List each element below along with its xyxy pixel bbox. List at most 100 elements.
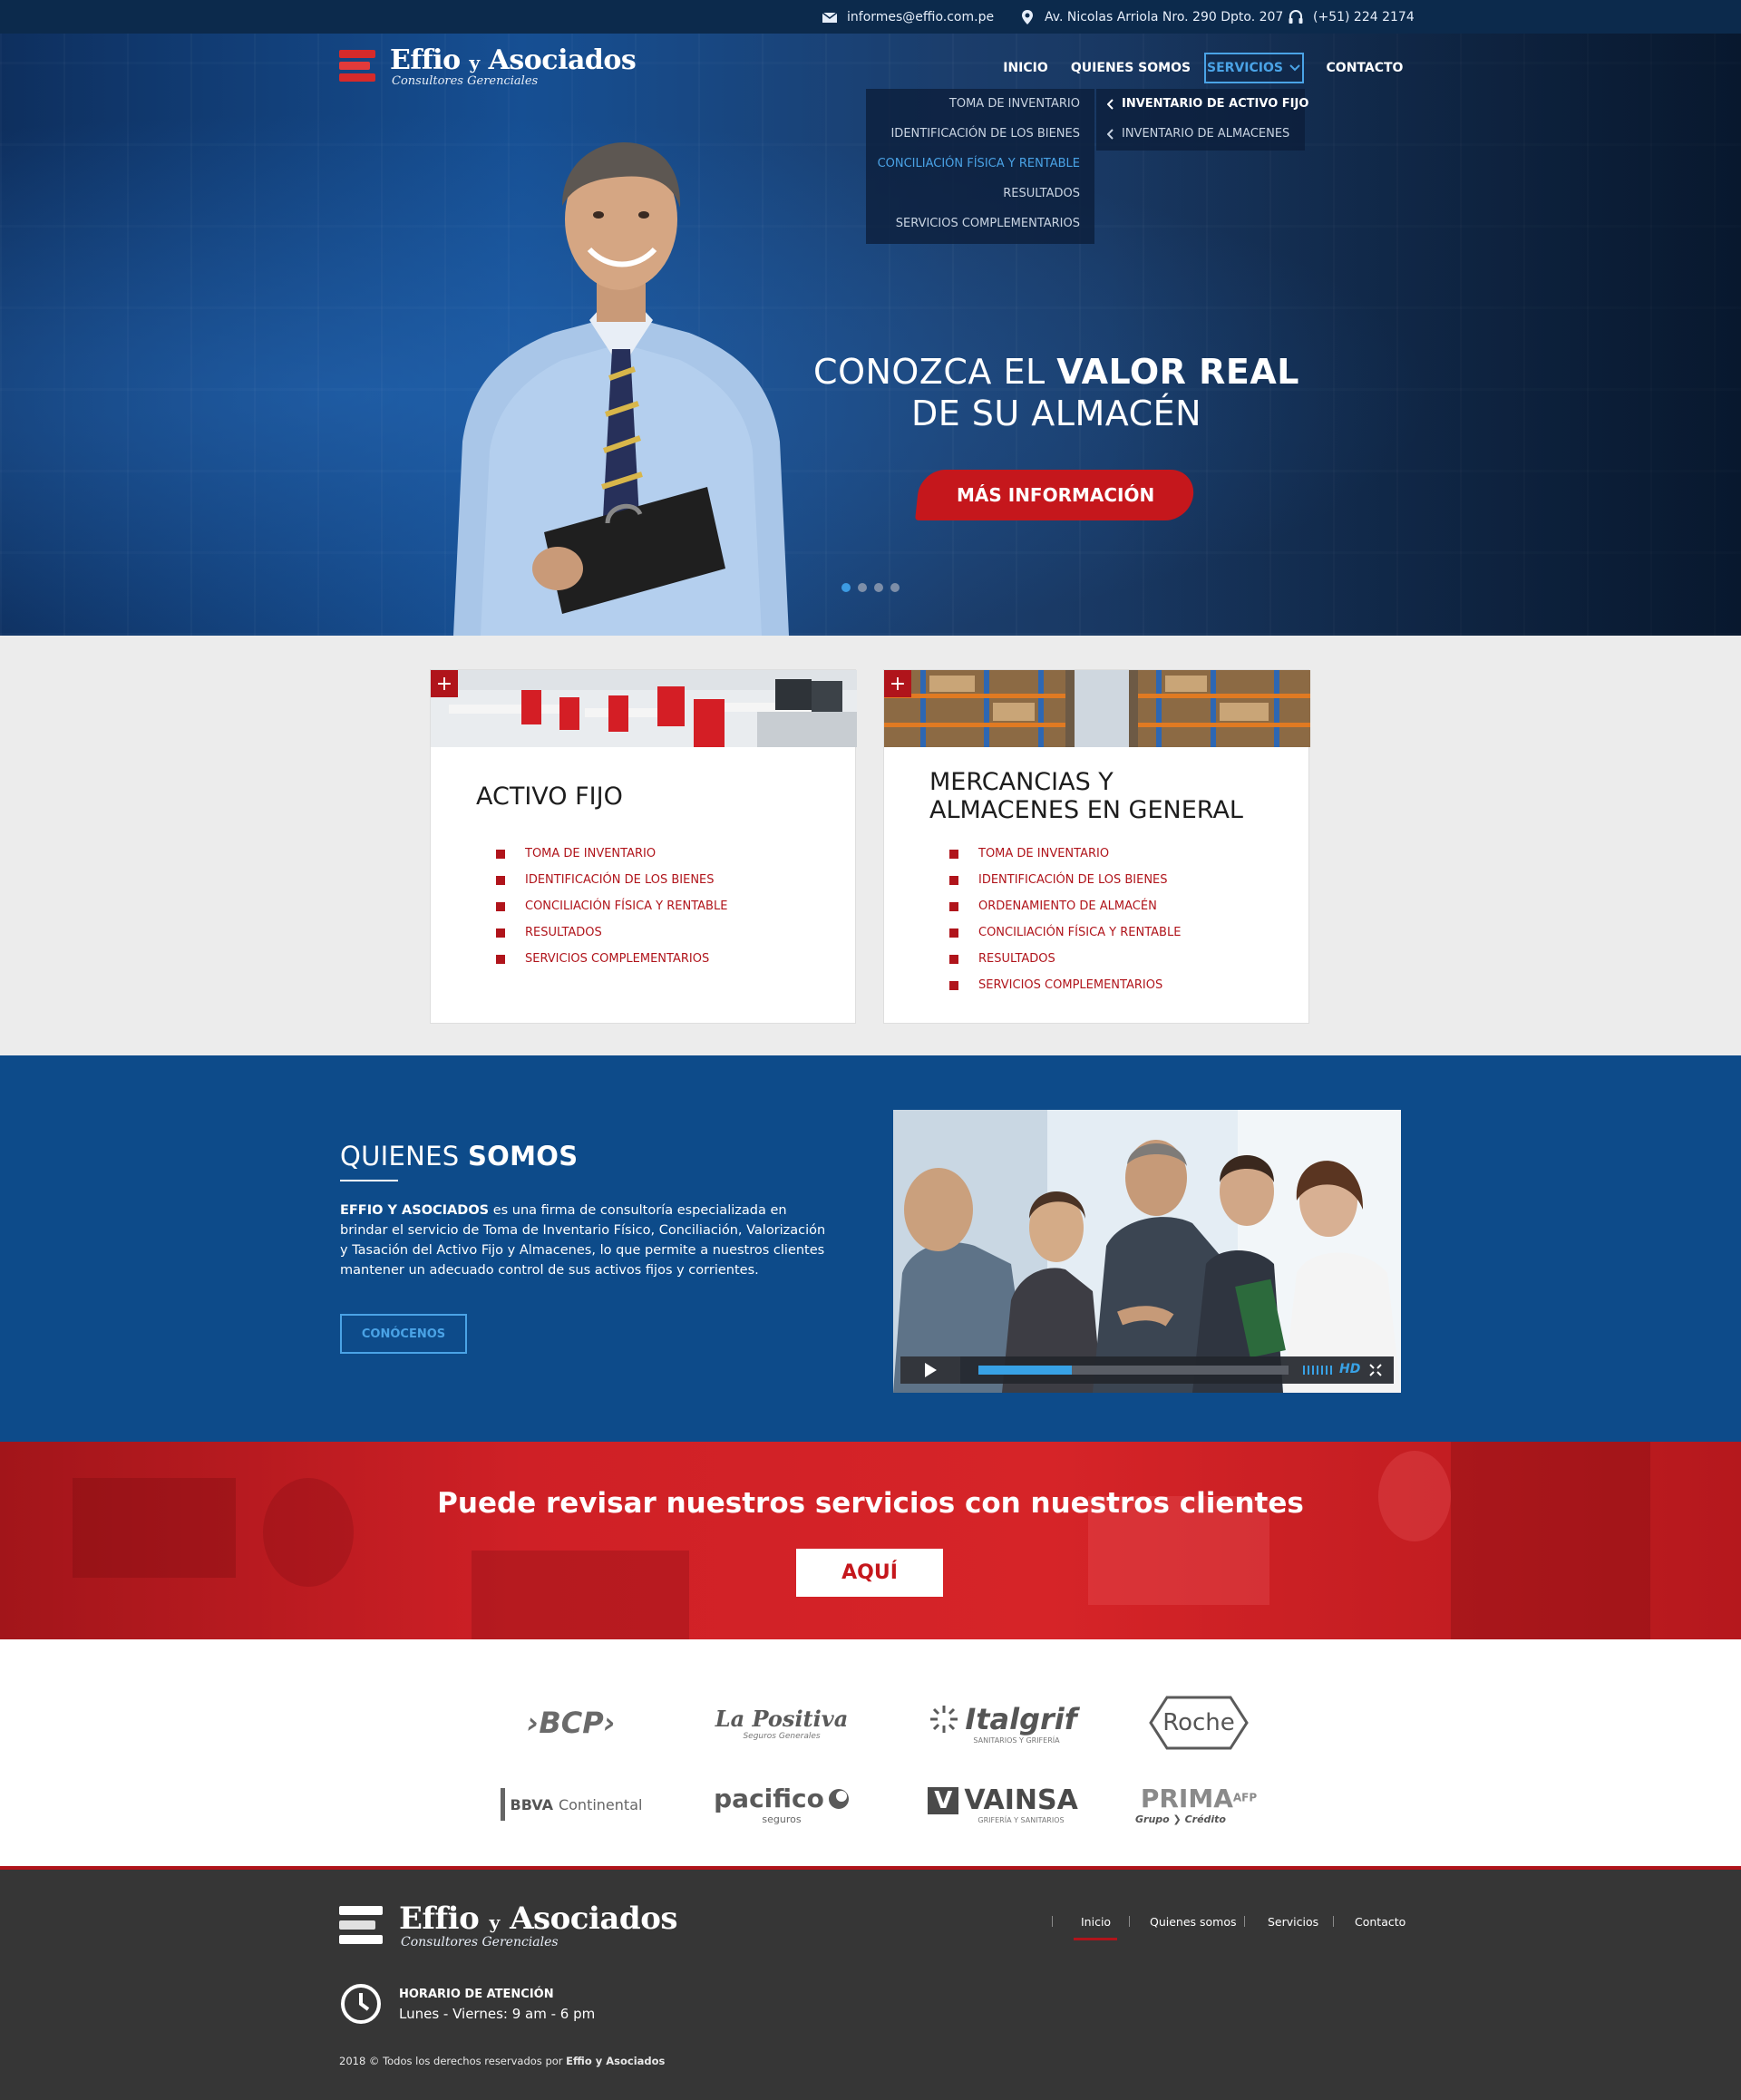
play-button[interactable] (900, 1356, 960, 1384)
card-list-item-label: SERVICIOS COMPLEMENTARIOS (525, 952, 710, 966)
brand-tagline: Consultores Gerenciales (392, 74, 539, 88)
hero-more-info-button[interactable]: MÁS INFORMACIÓN (915, 470, 1196, 520)
bullet-square-icon (496, 954, 505, 964)
fullscreen-icon[interactable] (1368, 1363, 1383, 1377)
brand-name-part2: y (469, 52, 481, 73)
service-card-mercancias: + MERCANCIAS Y ALMACENES EN GENERAL TOMA… (883, 669, 1310, 1024)
card-list-item[interactable]: ORDENAMIENTO DE ALMACÉN (949, 893, 1181, 919)
client-logo-italgrif[interactable]: Italgrif SANITARIOS Y GRIFERÍA (921, 1696, 1084, 1750)
card-list-item[interactable]: CONCILIACIÓN FÍSICA Y RENTABLE (949, 919, 1181, 946)
nav-item-contacto[interactable]: CONTACTO (1324, 53, 1405, 83)
footer-nav-contacto[interactable]: Contacto (1355, 1908, 1405, 1935)
card-list-item[interactable]: TOMA DE INVENTARIO (496, 841, 727, 867)
envelope-icon (822, 11, 838, 23)
brand-name-part3: Asociados (488, 44, 637, 76)
submenu-item-almacenes[interactable]: INVENTARIO DE ALMACENES (1107, 119, 1289, 149)
map-pin-icon (1022, 9, 1033, 24)
hours-value: Lunes - Viernes: 9 am - 6 pm (399, 2006, 596, 2022)
nav-item-inicio[interactable]: INICIO (997, 53, 1054, 83)
card-list-item[interactable]: IDENTIFICACIÓN DE LOS BIENES (496, 867, 727, 893)
nav-item-servicios[interactable]: SERVICIOS (1204, 53, 1304, 83)
bullet-square-icon (949, 980, 958, 990)
video-progress-bar[interactable] (978, 1366, 1289, 1375)
card-list-item[interactable]: RESULTADOS (496, 919, 727, 946)
slider-dot-4[interactable] (890, 583, 900, 592)
pacifico-logo-text: pacifico (714, 1784, 824, 1813)
footer-brand-logo[interactable]: Effio y Asociados Consultores Gerenciale… (339, 1901, 684, 1955)
client-logo-la-positiva[interactable]: La Positiva Seguros Generales (700, 1696, 863, 1750)
banner-title: Puede revisar nuestros servicios con nue… (437, 1487, 1304, 1520)
client-logo-roche[interactable]: Roche (1117, 1692, 1280, 1754)
card-list-item[interactable]: CONCILIACIÓN FÍSICA Y RENTABLE (496, 893, 727, 919)
aqui-button[interactable]: AQUÍ (796, 1549, 943, 1597)
footer-nav-inicio[interactable]: Inicio (1081, 1908, 1111, 1935)
italgrif-sun-icon (930, 1705, 958, 1733)
hd-quality-toggle[interactable]: HD (1339, 1362, 1360, 1376)
dropdown-item-toma-inventario[interactable]: TOMA DE INVENTARIO (949, 89, 1080, 119)
slider-dot-2[interactable] (858, 583, 867, 592)
bcp-logo-text: ›BCP› (527, 1706, 616, 1740)
dropdown-item-servicios-complementarios[interactable]: SERVICIOS COMPLEMENTARIOS (896, 209, 1080, 238)
vainsa-sub: GRIFERÍA Y SANITARIOS (977, 1816, 1065, 1824)
video-progress-fill (978, 1366, 1072, 1375)
dropdown-item-identificacion[interactable]: IDENTIFICACIÓN DE LOS BIENES (890, 119, 1080, 149)
hero-title-light: CONOZCA EL (813, 352, 1046, 392)
email-contact[interactable]: informes@effio.com.pe (822, 0, 994, 34)
warehouse-shelves-image (884, 670, 1310, 747)
client-logo-pacifico[interactable]: pacifico seguros (700, 1777, 863, 1832)
la-positiva-sub: Seguros Generales (743, 1731, 821, 1741)
copyright-text: 2018 © Todos los derechos reservados por (339, 2055, 567, 2067)
card-list-item-label: SERVICIOS COMPLEMENTARIOS (978, 978, 1163, 992)
about-video-player[interactable]: HD (893, 1110, 1401, 1393)
volume-bars-icon[interactable] (1303, 1364, 1334, 1376)
conocenos-button[interactable]: CONÓCENOS (340, 1314, 467, 1354)
address-text: Av. Nicolas Arriola Nro. 290 Dpto. 207 (1045, 9, 1284, 24)
card-list-item-label: CONCILIACIÓN FÍSICA Y RENTABLE (525, 899, 728, 913)
nav-item-servicios-label: SERVICIOS (1207, 61, 1283, 75)
brand-name-part1: Effio (390, 44, 461, 76)
headset-icon (1289, 9, 1303, 24)
phone-text: (+51) 224 2174 (1313, 9, 1415, 24)
submenu-item-activo-fijo[interactable]: INVENTARIO DE ACTIVO FIJO (1107, 89, 1308, 119)
client-logo-prima-afp[interactable]: PRIMAAFP Grupo ❯ Crédito (1117, 1777, 1280, 1832)
dropdown-item-conciliacion[interactable]: CONCILIACIÓN FÍSICA Y RENTABLE (878, 149, 1080, 179)
slider-dot-1[interactable] (841, 583, 851, 592)
card-title-line1: MERCANCIAS Y (929, 768, 1114, 796)
brand-logo[interactable]: Effio y Asociados Consultores Gerenciale… (339, 44, 637, 92)
about-company-name: EFFIO Y ASOCIADOS (340, 1203, 490, 1218)
card-list-item[interactable]: SERVICIOS COMPLEMENTARIOS (949, 972, 1181, 998)
bullet-square-icon (496, 901, 505, 911)
nav-item-quienes-somos[interactable]: QUIENES SOMOS (1071, 53, 1191, 83)
footer-nav-servicios[interactable]: Servicios (1268, 1908, 1318, 1935)
card-list-item[interactable]: RESULTADOS (949, 946, 1181, 972)
dropdown-item-resultados[interactable]: RESULTADOS (1003, 179, 1080, 209)
card-list-item-label: ORDENAMIENTO DE ALMACÉN (978, 899, 1157, 913)
bullet-square-icon (496, 928, 505, 938)
copyright: 2018 © Todos los derechos reservados por… (339, 2055, 665, 2067)
card-list-activo-fijo: TOMA DE INVENTARIO IDENTIFICACIÓN DE LOS… (496, 841, 727, 972)
office-background-image (73, 1442, 1650, 1639)
expand-plus-icon[interactable]: + (431, 670, 458, 697)
card-list-item[interactable]: IDENTIFICACIÓN DE LOS BIENES (949, 867, 1181, 893)
play-icon (925, 1363, 937, 1377)
client-logo-vainsa[interactable]: V VAINSA GRIFERÍA Y SANITARIOS (921, 1777, 1084, 1832)
chevron-left-icon (1107, 98, 1114, 110)
clock-icon (341, 1984, 381, 2024)
footer-nav-quienes-somos[interactable]: Quienes somos (1150, 1908, 1237, 1935)
client-logo-bcp[interactable]: ›BCP› (490, 1696, 653, 1750)
client-logo-bbva[interactable]: BBVA Continental (490, 1777, 653, 1832)
card-list-item-label: RESULTADOS (525, 926, 602, 939)
card-list-mercancias: TOMA DE INVENTARIO IDENTIFICACIÓN DE LOS… (949, 841, 1181, 998)
expand-plus-icon[interactable]: + (884, 670, 911, 697)
meeting-video-thumbnail (893, 1110, 1401, 1393)
slider-dot-3[interactable] (874, 583, 883, 592)
card-title-mercancias: MERCANCIAS Y ALMACENES EN GENERAL (929, 768, 1243, 824)
card-list-item[interactable]: TOMA DE INVENTARIO (949, 841, 1181, 867)
copyright-company: Effio y Asociados (566, 2055, 666, 2067)
card-list-item[interactable]: SERVICIOS COMPLEMENTARIOS (496, 946, 727, 972)
prima-logo-text: PRIMA (1140, 1784, 1233, 1813)
phone-contact[interactable]: (+51) 224 2174 (1288, 0, 1415, 34)
vainsa-logo-text: VAINSA (964, 1784, 1078, 1816)
pacifico-sub: seguros (762, 1813, 802, 1825)
hero-title-line2: DE SU ALMACÉN (910, 394, 1202, 433)
